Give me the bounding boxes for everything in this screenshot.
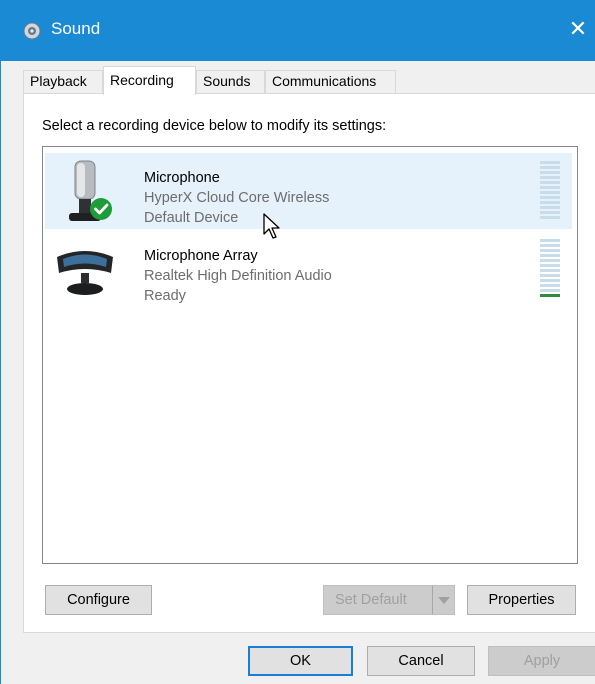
meter-segment — [540, 279, 560, 282]
default-check-icon — [90, 198, 112, 220]
apply-button[interactable]: Apply — [488, 646, 595, 676]
properties-button[interactable]: Properties — [467, 585, 576, 615]
meter-segment — [540, 171, 560, 174]
mouse-pointer-icon — [263, 213, 280, 239]
meter-segment — [540, 176, 560, 179]
cancel-button[interactable]: Cancel — [367, 646, 475, 676]
device-name: Microphone Array — [144, 248, 258, 264]
recording-device-list[interactable]: Microphone HyperX Cloud Core Wireless De… — [42, 146, 578, 564]
meter-segment — [540, 289, 560, 292]
speaker-icon — [23, 22, 41, 40]
set-default-label: Set Default — [335, 592, 407, 608]
meter-segment — [540, 239, 560, 242]
meter-segment — [540, 284, 560, 287]
meter-segment — [540, 274, 560, 277]
window-title: Sound — [51, 19, 101, 38]
meter-segment — [540, 264, 560, 267]
device-description: Realtek High Definition Audio — [144, 268, 332, 284]
meter-segment — [540, 201, 560, 204]
set-default-button[interactable]: Set Default — [323, 585, 455, 615]
meter-segment — [540, 186, 560, 189]
tab-sounds[interactable]: Sounds — [196, 70, 265, 93]
sound-dialog: Sound ✕ Playback Recording Sounds Commun… — [0, 0, 595, 684]
microphone-icon — [69, 160, 112, 221]
device-status: Ready — [144, 288, 186, 304]
meter-segment — [540, 196, 560, 199]
meter-segment — [540, 259, 560, 262]
microphone-array-icon — [57, 251, 113, 295]
meter-segment — [540, 166, 560, 169]
device-description: HyperX Cloud Core Wireless — [144, 190, 330, 206]
configure-button[interactable]: Configure — [45, 585, 152, 615]
device-row-microphone[interactable]: Microphone HyperX Cloud Core Wireless De… — [45, 153, 572, 229]
title-bar[interactable]: Sound ✕ — [1, 0, 595, 61]
device-name: Microphone — [144, 170, 220, 186]
meter-segment — [540, 216, 560, 219]
close-button[interactable]: ✕ — [564, 14, 592, 44]
tab-communications[interactable]: Communications — [265, 70, 396, 93]
ok-button[interactable]: OK — [248, 646, 353, 676]
meter-segment — [540, 254, 560, 257]
tab-playback[interactable]: Playback — [23, 70, 103, 93]
meter-segment — [540, 294, 560, 297]
chevron-down-icon[interactable] — [432, 586, 454, 614]
level-meter — [540, 239, 560, 299]
device-row-microphone-array[interactable]: Microphone Array Realtek High Definition… — [45, 231, 572, 307]
meter-segment — [540, 206, 560, 209]
meter-segment — [540, 211, 560, 214]
meter-segment — [540, 249, 560, 252]
device-status: Default Device — [144, 210, 239, 226]
tab-recording[interactable]: Recording — [103, 66, 196, 95]
meter-segment — [540, 269, 560, 272]
level-meter — [540, 161, 560, 221]
meter-segment — [540, 191, 560, 194]
instruction-text: Select a recording device below to modif… — [42, 118, 387, 134]
meter-segment — [540, 181, 560, 184]
meter-segment — [540, 161, 560, 164]
meter-segment — [540, 244, 560, 247]
